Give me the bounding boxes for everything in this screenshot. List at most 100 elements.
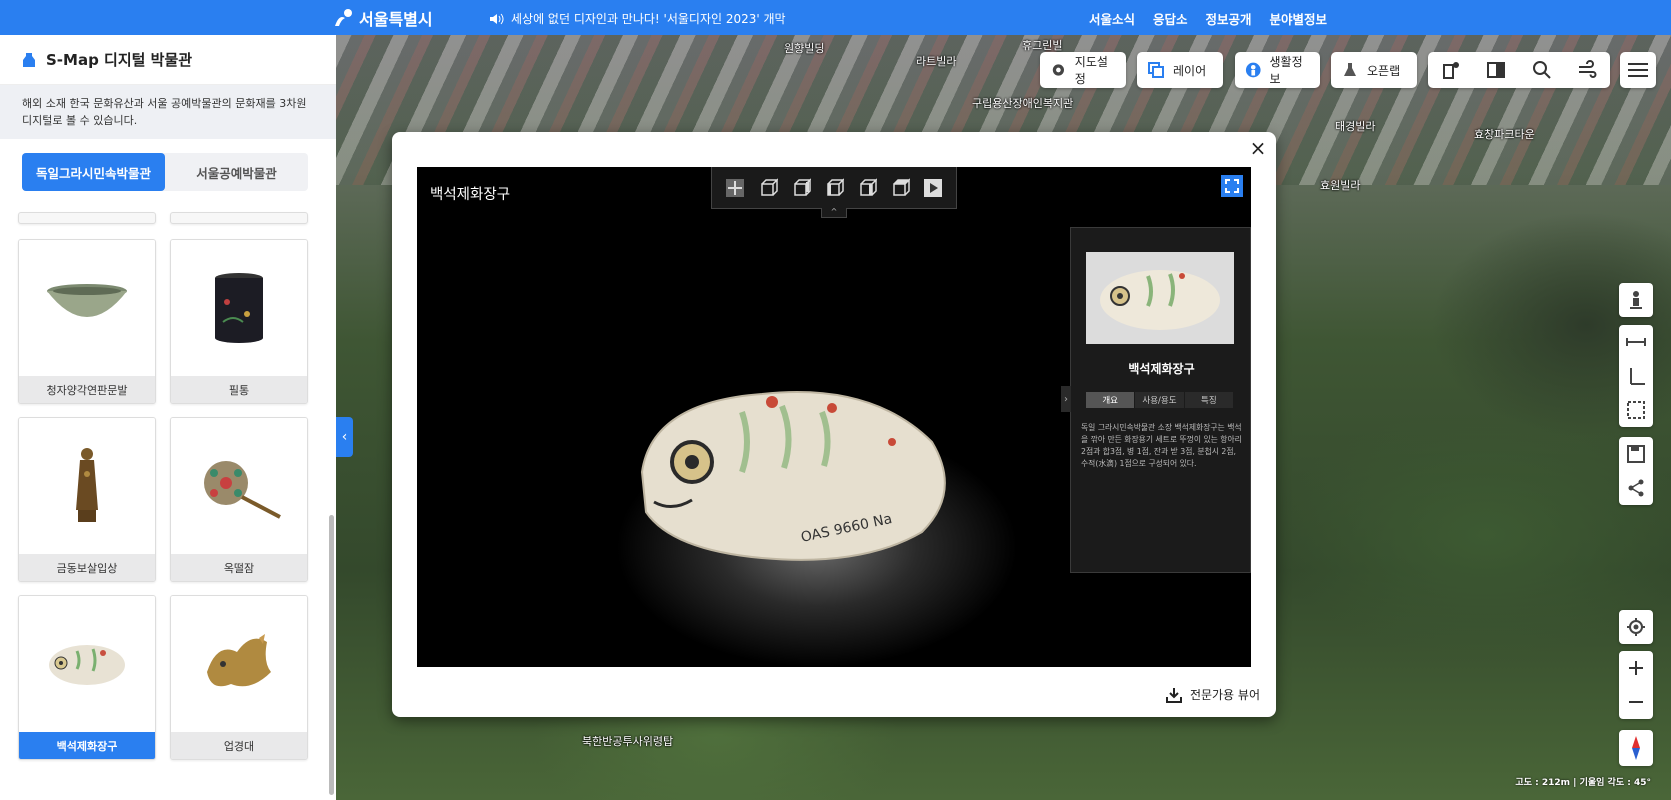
toolbar-toggle-chevron-up-icon[interactable]: ^ — [821, 208, 847, 218]
share-icon[interactable] — [1619, 471, 1653, 505]
download-icon — [1165, 687, 1182, 703]
zoom-controls — [1619, 651, 1653, 719]
map-label: 라트빌라 — [916, 55, 957, 68]
save-share-tools — [1619, 437, 1653, 505]
zoom-out-icon[interactable] — [1619, 685, 1653, 719]
tab-overview[interactable]: 개요 — [1086, 392, 1136, 408]
artifact-viewer-modal: × 백석제화장구 ^ OAS 9660 Na › 백석제화장구 개요 사용/용도… — [392, 132, 1276, 717]
street-view-icon[interactable] — [1619, 283, 1653, 317]
list-item[interactable]: 업경대 — [170, 595, 308, 760]
tab-usage[interactable]: 사용/용도 — [1135, 392, 1185, 408]
layers-icon — [1148, 62, 1164, 78]
flask-icon — [1344, 63, 1356, 76]
jeweled-hairpin-icon — [171, 418, 307, 554]
top-nav: 서울소식 응답소 정보공개 분야별정보 — [1089, 9, 1327, 28]
fit-view-icon[interactable] — [724, 177, 746, 199]
list-item-label: 필통 — [171, 376, 307, 403]
view-front-icon[interactable] — [757, 177, 779, 199]
building-info-icon[interactable] — [1440, 59, 1462, 81]
list-item-label: 백석제화장구 — [19, 732, 155, 759]
life-info-button[interactable]: 생활정보 — [1235, 52, 1320, 88]
download-label: 전문가용 뷰어 — [1189, 688, 1260, 702]
fullscreen-icon[interactable] — [1221, 175, 1243, 197]
list-item-label: 업경대 — [171, 732, 307, 759]
compass-icon[interactable] — [1619, 730, 1653, 766]
bodhisattva-statue-icon — [19, 418, 155, 554]
sidebar-scrollbar[interactable] — [329, 515, 334, 795]
logo-text: 서울특별시 — [359, 10, 433, 29]
nav-eungdapso[interactable]: 응답소 — [1153, 9, 1188, 28]
play-icon[interactable] — [922, 177, 944, 199]
tab-grassi-museum[interactable]: 독일그라시민속박물관 — [22, 153, 165, 191]
map-label: 북한반공투사위령탑 — [582, 735, 674, 748]
list-item[interactable]: 청자양각연판문발 — [18, 239, 156, 404]
close-icon[interactable]: × — [1248, 138, 1268, 158]
nav-info-disclosure[interactable]: 정보공개 — [1205, 9, 1251, 28]
artifact-name: 백석제화장구 — [1128, 362, 1195, 376]
open-lab-button[interactable]: 오픈랩 — [1331, 52, 1417, 88]
distance-measure-icon[interactable] — [1619, 325, 1653, 359]
view-back-icon[interactable] — [790, 177, 812, 199]
split-view-icon[interactable] — [1485, 59, 1507, 81]
map-label: 태경빌라 — [1335, 120, 1376, 133]
nav-seoul-news[interactable]: 서울소식 — [1089, 9, 1135, 28]
list-item-partial[interactable] — [18, 212, 156, 224]
hamburger-menu-icon[interactable] — [1620, 52, 1656, 88]
view-right-icon[interactable] — [856, 177, 878, 199]
sidebar-header: S-Map 디지털 박물관 — [0, 35, 336, 85]
viewer-toolbar — [711, 167, 957, 209]
list-item-selected[interactable]: 백석제화장구 — [18, 595, 156, 760]
layers-button[interactable]: 레이어 — [1137, 52, 1223, 88]
museum-tabs: 독일그라시민속박물관 서울공예박물관 — [22, 153, 308, 191]
zoom-in-icon[interactable] — [1619, 651, 1653, 685]
speaker-icon — [490, 13, 504, 24]
search-map-icon[interactable] — [1531, 59, 1553, 81]
mirror-stand-figure-icon — [171, 596, 307, 732]
list-item-label: 옥떨잠 — [171, 554, 307, 581]
artifact-3d-model[interactable]: OAS 9660 Na — [632, 382, 952, 562]
tab-features[interactable]: 특징 — [1185, 392, 1234, 408]
celadon-bowl-icon — [19, 240, 155, 376]
nav-field-info[interactable]: 분야별정보 — [1269, 9, 1327, 28]
list-item[interactable]: 옥떨잠 — [170, 417, 308, 582]
area-measure-icon[interactable] — [1619, 393, 1653, 427]
top-bar: 서울특별시 세상에 없던 디자인과 만나다! '서울디자인 2023' 개막 서… — [0, 0, 1671, 35]
gear-icon — [1052, 64, 1064, 76]
artifact-description: 독일 그라시민속박물관 소장 백석제화장구는 백석을 깎아 만든 화장용기 세트… — [1081, 423, 1242, 468]
collapse-sidebar-chevron-left-icon[interactable]: ‹ — [336, 417, 353, 457]
sidebar-title: S-Map 디지털 박물관 — [46, 51, 193, 69]
notice-banner[interactable]: 세상에 없던 디자인과 만나다! '서울디자인 2023' 개막 — [489, 10, 786, 27]
save-icon[interactable] — [1619, 437, 1653, 471]
map-settings-button[interactable]: 지도설정 — [1040, 52, 1126, 88]
measure-tools — [1619, 325, 1653, 427]
expert-viewer-download-button[interactable]: 전문가용 뷰어 — [1165, 686, 1260, 703]
layers-label: 레이어 — [1173, 63, 1207, 78]
info-tabs: 개요 사용/용도 특징 — [1086, 392, 1234, 408]
map-label: 휴그린빌 — [1022, 39, 1063, 52]
seoul-logo[interactable]: 서울특별시 — [333, 6, 433, 30]
notice-text: 세상에 없던 디자인과 만나다! '서울디자인 2023' 개막 — [511, 12, 786, 26]
artifact-info-panel: › 백석제화장구 개요 사용/용도 특징 독일 그라시민속박물관 소장 백석제화… — [1061, 227, 1251, 573]
map-settings-label: 지도설정 — [1074, 55, 1108, 86]
map-label: 구립용산장애인복지관 — [972, 97, 1074, 110]
brush-holder-icon — [171, 240, 307, 376]
map-label: 원향빌딩 — [784, 42, 825, 55]
info-panel-chevron-right-icon[interactable]: › — [1061, 386, 1071, 412]
museum-vase-icon — [23, 52, 35, 67]
artifact-thumbnail — [1086, 252, 1234, 344]
wind-icon[interactable] — [1576, 59, 1598, 81]
viewer-title: 백석제화장구 — [430, 187, 511, 203]
current-location-icon[interactable] — [1619, 610, 1653, 644]
person-pin-icon — [1245, 62, 1261, 78]
view-top-icon[interactable] — [889, 177, 911, 199]
list-item-partial[interactable] — [170, 212, 308, 224]
list-item-label: 금동보살입상 — [19, 554, 155, 581]
view-left-icon[interactable] — [823, 177, 845, 199]
list-item[interactable]: 필통 — [170, 239, 308, 404]
tab-seoul-craft-museum[interactable]: 서울공예박물관 — [165, 153, 308, 191]
open-lab-label: 오픈랩 — [1367, 63, 1401, 78]
list-item[interactable]: 금동보살입상 — [18, 417, 156, 582]
sidebar-description: 해외 소재 한국 문화유산과 서울 공예박물관의 문화재를 3차원 디지털로 볼… — [0, 85, 336, 139]
3d-viewer[interactable]: 백석제화장구 ^ OAS 9660 Na › 백석제화장구 개요 사용/용도 특… — [417, 167, 1251, 667]
height-measure-icon[interactable] — [1619, 359, 1653, 393]
